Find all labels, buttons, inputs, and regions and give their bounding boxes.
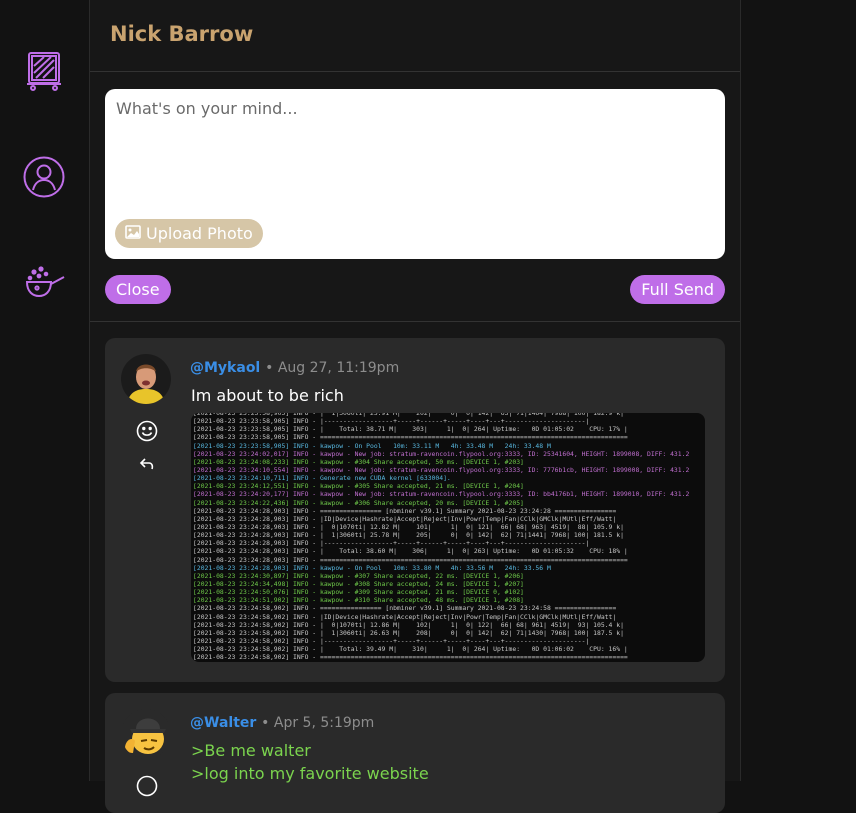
terminal-line: [2021-08-23 23:24:28,903] INFO - kawpow … (193, 563, 551, 572)
post-handle[interactable]: @Walter (190, 715, 256, 731)
cooking-pan-icon[interactable] (20, 258, 68, 306)
post-separator: • (265, 360, 278, 376)
terminal-line: [2021-08-23 23:24:28,903] INFO - =======… (193, 555, 628, 564)
terminal-line: [2021-08-23 23:24:58,902] INFO - |------… (193, 636, 590, 645)
terminal-line: [2021-08-23 23:24:50,076] INFO - kawpow … (193, 588, 524, 597)
full-send-button[interactable]: Full Send (630, 275, 725, 304)
sidebar (0, 0, 90, 781)
terminal-line: [2021-08-23 23:24:28,903] INFO - |ID|Dev… (193, 514, 617, 523)
terminal-line: [2021-08-23 23:24:58,902] INFO - =======… (193, 604, 617, 613)
header: Nick Barrow (90, 0, 740, 72)
post-card: @Mykaol • Aug 27, 11:19pm Im about to be… (105, 338, 725, 682)
post-text: Im about to be rich (191, 386, 344, 405)
post-composer: Upload Photo (105, 89, 725, 259)
terminal-line: [2021-08-23 23:24:28,903] INFO - | 0|107… (193, 522, 624, 531)
terminal-line: [2021-08-23 23:24:22,436] INFO - kawpow … (193, 498, 524, 507)
terminal-line: [2021-08-23 23:23:58,905] INFO - |------… (193, 417, 590, 426)
terminal-line: [2021-08-23 23:24:58,902] INFO - =======… (193, 653, 628, 662)
terminal-line: [2021-08-23 23:24:08,233] INFO - kawpow … (193, 457, 524, 466)
page-title: Nick Barrow (110, 22, 254, 46)
post-image[interactable]: [2021-08-23 23:23:58,905] INFO - | 1|306… (191, 413, 705, 662)
smiley-icon[interactable] (136, 775, 158, 797)
terminal-line: [2021-08-23 23:24:02,017] INFO - kawpow … (193, 449, 690, 458)
terminal-line: [2021-08-23 23:23:58,905] INFO - | Total… (193, 425, 628, 434)
image-icon (125, 224, 141, 243)
terminal-line: [2021-08-23 23:24:28,903] INFO - |------… (193, 539, 590, 548)
divider (90, 321, 740, 322)
terminal-line: [2021-08-23 23:24:58,902] INFO - |ID|Dev… (193, 612, 617, 621)
terminal-line: [2021-08-23 23:24:51,902] INFO - kawpow … (193, 596, 524, 605)
terminal-line: [2021-08-23 23:24:58,902] INFO - | 0|107… (193, 620, 624, 629)
upload-photo-label: Upload Photo (146, 224, 253, 243)
post-date: Apr 5, 5:19pm (273, 715, 375, 731)
reply-icon[interactable] (139, 456, 155, 472)
terminal-line: [2021-08-23 23:24:58,903] INFO - kawpow … (193, 661, 689, 662)
terminal-line: [2021-08-23 23:24:28,903] INFO - =======… (193, 506, 617, 515)
terminal-line: [2021-08-23 23:24:10,554] INFO - kawpow … (193, 465, 690, 474)
terminal-line: [2021-08-23 23:24:10,711] INFO - Generat… (193, 474, 451, 483)
terminal-line: [2021-08-23 23:24:12,551] INFO - kawpow … (193, 482, 524, 491)
main-column: Nick Barrow Upload Photo Close Full Send (90, 0, 741, 813)
close-button[interactable]: Close (105, 275, 171, 304)
post-author[interactable]: @Walter • Apr 5, 5:19pm (190, 715, 374, 731)
terminal-line: [2021-08-23 23:23:58,905] INFO - =======… (193, 433, 628, 442)
post-card: @Walter • Apr 5, 5:19pm >Be me walter >l… (105, 693, 725, 813)
post-separator: • (261, 715, 274, 731)
avatar[interactable] (121, 709, 171, 759)
terminal-line: [2021-08-23 23:24:30,897] INFO - kawpow … (193, 571, 524, 580)
post-input[interactable] (114, 97, 718, 201)
post-author[interactable]: @Mykaol • Aug 27, 11:19pm (190, 360, 399, 376)
upload-photo-button[interactable]: Upload Photo (115, 219, 263, 248)
greentext-line: >log into my favorite website (191, 764, 429, 783)
terminal-line: [2021-08-23 23:24:28,903] INFO - | 1|306… (193, 531, 624, 540)
terminal-line: [2021-08-23 23:24:28,903] INFO - | Total… (193, 547, 628, 556)
terminal-line: [2021-08-23 23:24:58,902] INFO - | 1|306… (193, 628, 624, 637)
post-handle[interactable]: @Mykaol (190, 360, 260, 376)
greentext-line: >Be me walter (191, 741, 311, 760)
grill-icon[interactable] (20, 46, 68, 94)
user-profile-icon[interactable] (20, 153, 68, 201)
terminal-line: [2021-08-23 23:24:58,902] INFO - | Total… (193, 645, 628, 654)
terminal-line: [2021-08-23 23:23:58,905] INFO - kawpow … (193, 441, 551, 450)
terminal-output: [2021-08-23 23:23:58,905] INFO - | 1|306… (191, 413, 689, 662)
terminal-line: [2021-08-23 23:24:34,498] INFO - kawpow … (193, 579, 524, 588)
smiley-icon[interactable] (136, 420, 158, 442)
terminal-line: [2021-08-23 23:24:20,177] INFO - kawpow … (193, 490, 690, 499)
post-date: Aug 27, 11:19pm (277, 360, 400, 376)
avatar[interactable] (121, 354, 171, 404)
